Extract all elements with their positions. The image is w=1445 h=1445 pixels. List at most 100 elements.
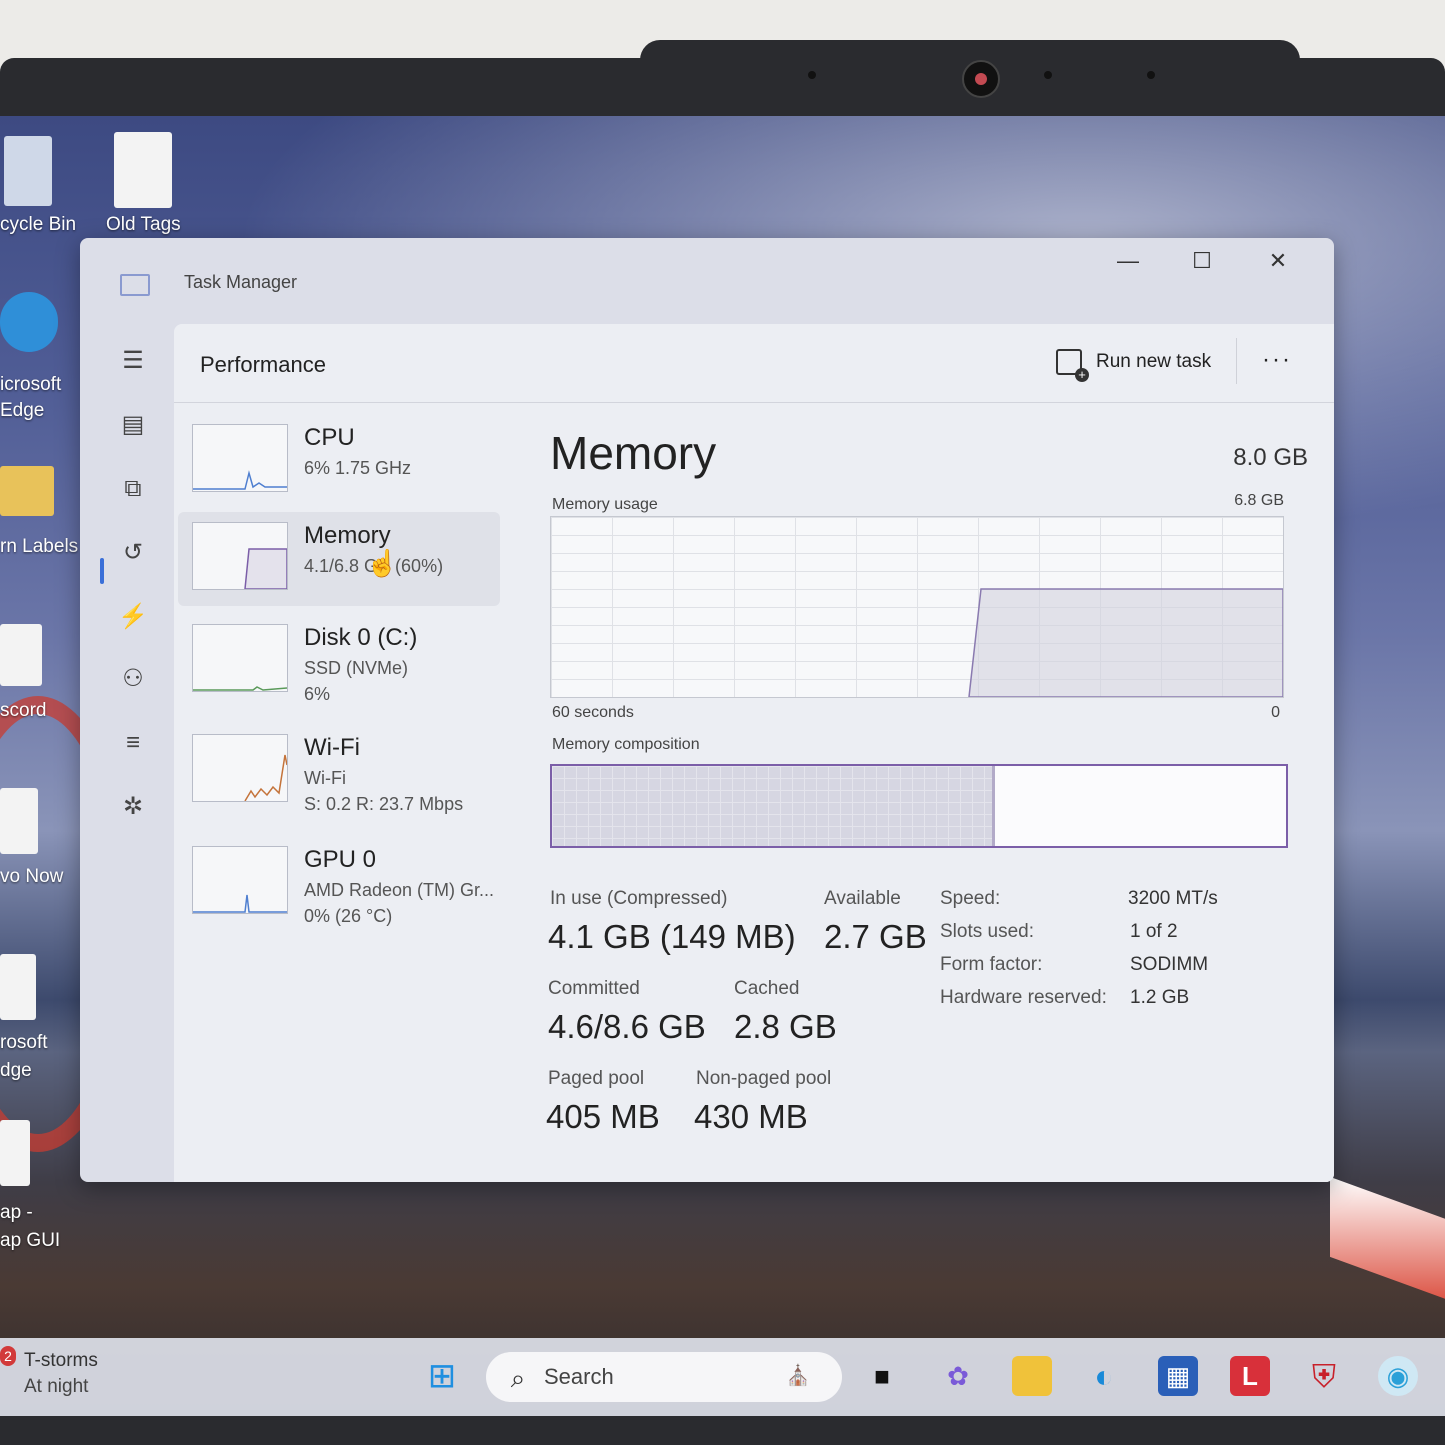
spec-value: 3200 MT/s xyxy=(1128,888,1218,909)
page-title: Performance xyxy=(200,352,326,377)
device-item-cpu[interactable]: CPU 6% 1.75 GHz xyxy=(178,414,500,508)
sensor-dot xyxy=(1147,71,1155,79)
spec-value: 1 of 2 xyxy=(1130,921,1178,942)
startup-apps-icon[interactable]: ⚡ xyxy=(116,600,150,634)
desktop-icon-label[interactable]: rosoft xyxy=(0,1032,48,1054)
file-icon[interactable] xyxy=(0,624,42,686)
stat-label: Committed xyxy=(548,978,640,999)
disk-mini-graph xyxy=(192,624,288,692)
file-explorer-icon[interactable] xyxy=(1012,1356,1052,1396)
memory-total: 8.0 GB xyxy=(1233,444,1308,471)
spec-key: Slots used: xyxy=(940,921,1034,942)
device-detail: Wi-Fi xyxy=(304,768,346,788)
search-label: Search xyxy=(544,1364,614,1389)
device-item-disk[interactable]: Disk 0 (C:) SSD (NVMe) 6% xyxy=(178,614,500,708)
desktop-icon-label[interactable]: ap - xyxy=(0,1202,33,1224)
file-icon[interactable] xyxy=(0,788,38,854)
wallpaper-ribbon xyxy=(1330,1176,1445,1316)
stat-label: Cached xyxy=(734,978,800,999)
stat-value: 405 MB xyxy=(546,1098,660,1135)
memory-heading: Memory xyxy=(550,427,717,479)
mcafee-icon[interactable]: ⛨ xyxy=(1304,1356,1344,1396)
run-new-task-label: Run new task xyxy=(1096,351,1212,372)
device-detail: 6% xyxy=(304,684,331,704)
close-button[interactable]: ✕ xyxy=(1258,248,1298,274)
spec-key: Form factor: xyxy=(940,954,1043,975)
desktop-icon-label[interactable]: ap GUI xyxy=(0,1230,60,1252)
device-item-wifi[interactable]: Wi-Fi Wi-Fi S: 0.2 R: 23.7 Mbps xyxy=(178,724,500,818)
edge-icon[interactable] xyxy=(0,292,58,352)
start-button-icon[interactable]: ⊞ xyxy=(422,1356,462,1396)
desktop-icon-label[interactable]: vo Now xyxy=(0,866,63,888)
task-manager-window: Task Manager — ☐ ✕ ☰ ▤ ⧉ ↺ ⚡ ⚇ ≡ ✲ ⚙ Per… xyxy=(80,238,1334,1182)
device-detail: 0% (26 °C) xyxy=(304,906,393,926)
task-view-icon[interactable]: ■ xyxy=(862,1356,902,1396)
store-icon[interactable]: ▦ xyxy=(1158,1356,1198,1396)
active-nav-indicator xyxy=(100,558,104,584)
run-new-task-button[interactable]: Run new task xyxy=(1056,344,1212,382)
desktop-icon-label[interactable]: Edge xyxy=(0,400,44,422)
time-zero-label: 0 xyxy=(1271,704,1280,721)
device-detail: 6% 1.75 GHz xyxy=(304,458,412,478)
task-manager-app-icon xyxy=(120,274,150,296)
users-icon[interactable]: ⚇ xyxy=(116,662,150,696)
weather-subtext[interactable]: At night xyxy=(24,1376,88,1398)
services-icon[interactable]: ✲ xyxy=(116,790,150,824)
details-icon[interactable]: ≡ xyxy=(116,726,150,760)
desktop-icon-label[interactable]: cycle Bin xyxy=(0,214,76,236)
hamburger-menu-icon[interactable]: ☰ xyxy=(116,344,150,378)
window-title: Task Manager xyxy=(184,272,298,292)
file-icon[interactable] xyxy=(0,1120,30,1186)
memory-detail: Memory 8.0 GB Memory usage 6.8 GB 60 sec… xyxy=(546,404,1316,1164)
copilot-icon[interactable]: ✿ xyxy=(938,1356,978,1396)
spec-value: SODIMM xyxy=(1130,954,1209,975)
stat-value: 4.1 GB (149 MB) xyxy=(548,918,796,955)
wifi-mini-graph xyxy=(192,734,288,802)
device-item-gpu[interactable]: GPU 0 AMD Radeon (TM) Gr... 0% (26 °C) xyxy=(178,836,500,930)
memory-usage-label: Memory usage xyxy=(552,496,658,513)
weather-widget[interactable]: T-storms xyxy=(24,1350,98,1372)
maximize-button[interactable]: ☐ xyxy=(1182,248,1222,274)
memory-usage-graph xyxy=(550,516,1284,698)
desktop-icon-label[interactable]: Old Tags xyxy=(106,214,181,236)
edge-browser-icon[interactable]: ◐ xyxy=(1084,1356,1124,1396)
memory-usage-max: 6.8 GB xyxy=(1234,492,1284,509)
stat-label: In use (Compressed) xyxy=(550,888,728,909)
device-name: Wi-Fi xyxy=(304,734,360,761)
weather-badge: 2 xyxy=(0,1346,16,1366)
folder-icon[interactable] xyxy=(0,466,54,516)
composition-separator xyxy=(992,766,995,846)
stat-value: 2.7 GB xyxy=(824,918,927,955)
webcam-icon xyxy=(962,60,1000,98)
minimize-button[interactable]: — xyxy=(1108,248,1148,274)
memory-composition-bar xyxy=(550,764,1288,848)
processes-icon[interactable]: ▤ xyxy=(116,408,150,442)
performance-icon[interactable]: ⧉ xyxy=(116,472,150,506)
device-item-memory[interactable]: Memory 4.1/6.8 GB (60%) xyxy=(178,512,500,606)
device-name: CPU xyxy=(304,424,355,451)
search-highlight-icon[interactable]: ⛪ xyxy=(762,1356,834,1396)
desktop-icon-label[interactable]: scord xyxy=(0,700,46,722)
performance-panel: Performance Run new task ··· CPU 6% 1.75… xyxy=(174,324,1334,1182)
hand-cursor-icon: ☝ xyxy=(366,548,399,578)
app-history-icon[interactable]: ↺ xyxy=(116,536,150,570)
desktop-icon-label[interactable]: icrosoft xyxy=(0,374,61,396)
panel-header: Performance Run new task ··· xyxy=(174,324,1334,403)
spec-value: 1.2 GB xyxy=(1130,987,1190,1008)
device-detail: SSD (NVMe) xyxy=(304,658,409,678)
device-list: CPU 6% 1.75 GHz Memory 4.1/6.8 GB (60%) … xyxy=(174,404,504,1182)
more-options-button[interactable]: ··· xyxy=(1262,346,1292,374)
sensor-dot xyxy=(1044,71,1052,79)
recycle-bin-icon[interactable] xyxy=(4,136,52,206)
desktop-icon-label[interactable]: dge xyxy=(0,1060,32,1082)
file-icon[interactable] xyxy=(0,954,36,1020)
device-name: GPU 0 xyxy=(304,846,377,873)
desktop-icon-label[interactable]: rn Labels xyxy=(0,536,78,558)
search-icon: ⌕ xyxy=(510,1363,526,1393)
stat-value: 430 MB xyxy=(694,1098,808,1135)
stat-label: Non-paged pool xyxy=(696,1068,832,1089)
file-icon[interactable] xyxy=(114,132,172,208)
lenovo-app-icon[interactable]: L xyxy=(1230,1356,1270,1396)
eye-app-icon[interactable]: ◉ xyxy=(1378,1356,1418,1396)
stat-label: Available xyxy=(824,888,901,909)
